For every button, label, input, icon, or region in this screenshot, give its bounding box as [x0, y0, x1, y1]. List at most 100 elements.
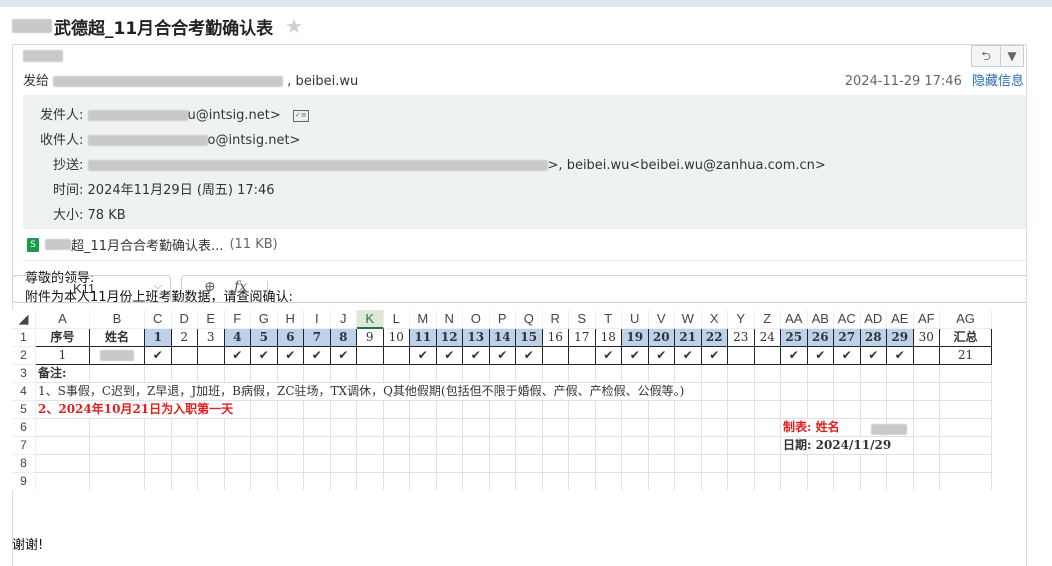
- cell[interactable]: [860, 365, 887, 383]
- cell[interactable]: [90, 419, 145, 437]
- cell[interactable]: [277, 401, 304, 419]
- cell[interactable]: [224, 437, 251, 455]
- cell[interactable]: [914, 473, 940, 490]
- cell-attendance[interactable]: [383, 347, 410, 365]
- column-header[interactable]: D: [171, 310, 198, 329]
- to-value[interactable]: o@intsig.net>: [208, 133, 301, 148]
- cell[interactable]: [542, 455, 569, 473]
- cell[interactable]: [569, 419, 596, 437]
- cell[interactable]: [198, 365, 225, 383]
- cell[interactable]: [90, 473, 145, 490]
- cell[interactable]: [542, 437, 569, 455]
- cell-attendance[interactable]: ✔: [251, 347, 278, 365]
- cell[interactable]: [701, 419, 728, 437]
- cell[interactable]: [145, 455, 172, 473]
- attachment-name[interactable]: 超_11月合合考勤确认表...: [71, 235, 223, 254]
- cell[interactable]: [887, 473, 914, 490]
- cell[interactable]: [463, 473, 490, 490]
- cell-day-header[interactable]: 22: [701, 329, 728, 347]
- cell[interactable]: [277, 365, 304, 383]
- column-header[interactable]: Y: [728, 310, 755, 329]
- column-header[interactable]: J: [330, 310, 357, 329]
- cell[interactable]: [251, 455, 278, 473]
- cell[interactable]: [304, 365, 331, 383]
- cell[interactable]: [781, 455, 808, 473]
- cc-tail[interactable]: >, beibei.wu<beibei.wu@zanhua.com.cn>: [548, 158, 826, 173]
- chevron-down-icon[interactable]: ⌵: [154, 280, 162, 293]
- cell-attendance[interactable]: ✔: [648, 347, 675, 365]
- cell-attendance[interactable]: [913, 347, 940, 365]
- cell-attendance[interactable]: ✔: [489, 347, 516, 365]
- cell[interactable]: [383, 419, 410, 437]
- cell[interactable]: [648, 455, 675, 473]
- cell[interactable]: [569, 455, 596, 473]
- cell-day-header[interactable]: 4: [224, 329, 251, 347]
- row-header[interactable]: 4: [12, 383, 36, 401]
- column-header[interactable]: B: [90, 310, 145, 329]
- cell[interactable]: [754, 365, 781, 383]
- cell-attendance[interactable]: [569, 347, 596, 365]
- cell[interactable]: [622, 473, 649, 490]
- cell-day-header[interactable]: 15: [516, 329, 543, 347]
- cell[interactable]: [569, 401, 596, 419]
- cell[interactable]: [913, 365, 940, 383]
- cell[interactable]: [225, 473, 251, 490]
- cell[interactable]: [36, 419, 90, 437]
- cell[interactable]: [701, 365, 728, 383]
- attachment[interactable]: S 超_11月合合考勤确认表... (11 KB): [27, 235, 278, 254]
- cell[interactable]: [675, 419, 702, 437]
- column-header[interactable]: Q: [516, 310, 543, 329]
- cell[interactable]: [728, 383, 755, 401]
- cell[interactable]: [860, 455, 887, 473]
- cell-attendance[interactable]: [171, 347, 198, 365]
- column-header[interactable]: S: [569, 310, 596, 329]
- column-header[interactable]: N: [436, 310, 463, 329]
- row-header[interactable]: 7: [12, 437, 36, 455]
- cell[interactable]: [648, 419, 675, 437]
- cell[interactable]: [516, 437, 543, 455]
- column-header[interactable]: H: [277, 310, 304, 329]
- column-header[interactable]: Z: [754, 310, 781, 329]
- cell[interactable]: [516, 401, 543, 419]
- row-header[interactable]: 3: [12, 365, 36, 383]
- cell[interactable]: [887, 455, 914, 473]
- cell-day-header[interactable]: 21: [675, 329, 702, 347]
- column-header[interactable]: F: [224, 310, 251, 329]
- cell[interactable]: [755, 473, 781, 490]
- cell-day-header[interactable]: 6: [277, 329, 304, 347]
- cell[interactable]: [834, 455, 861, 473]
- cell[interactable]: [330, 365, 357, 383]
- cell-day-header[interactable]: 5: [251, 329, 278, 347]
- cell[interactable]: [516, 365, 543, 383]
- cell[interactable]: [569, 437, 596, 455]
- cell[interactable]: [701, 401, 728, 419]
- cell[interactable]: [807, 365, 834, 383]
- cell-seq[interactable]: 1: [36, 347, 90, 365]
- cell[interactable]: [622, 455, 649, 473]
- cell[interactable]: [357, 437, 384, 455]
- cell[interactable]: [251, 401, 278, 419]
- cell[interactable]: [595, 401, 622, 419]
- cell[interactable]: [860, 401, 887, 419]
- cell[interactable]: [331, 473, 357, 490]
- row-header[interactable]: 2: [12, 347, 36, 365]
- cell-day-header[interactable]: 8: [330, 329, 357, 347]
- cell[interactable]: [516, 419, 543, 437]
- cell[interactable]: [913, 419, 940, 437]
- cell-day-header[interactable]: 16: [542, 329, 569, 347]
- cell-day-header[interactable]: 26: [807, 329, 834, 347]
- cell-attendance[interactable]: [728, 347, 755, 365]
- cell-attendance[interactable]: [542, 347, 569, 365]
- cell-day-header[interactable]: 12: [436, 329, 463, 347]
- cell-day-header[interactable]: 20: [648, 329, 675, 347]
- cell-day-header[interactable]: 1: [145, 329, 172, 347]
- cell-attendance[interactable]: ✔: [145, 347, 172, 365]
- cell-attendance[interactable]: ✔: [781, 347, 808, 365]
- cell[interactable]: [754, 419, 781, 437]
- cell[interactable]: [622, 365, 649, 383]
- column-header[interactable]: V: [648, 310, 675, 329]
- row-header[interactable]: 9: [12, 473, 36, 490]
- cell[interactable]: [675, 473, 702, 490]
- cell[interactable]: [330, 419, 357, 437]
- cell[interactable]: [569, 365, 596, 383]
